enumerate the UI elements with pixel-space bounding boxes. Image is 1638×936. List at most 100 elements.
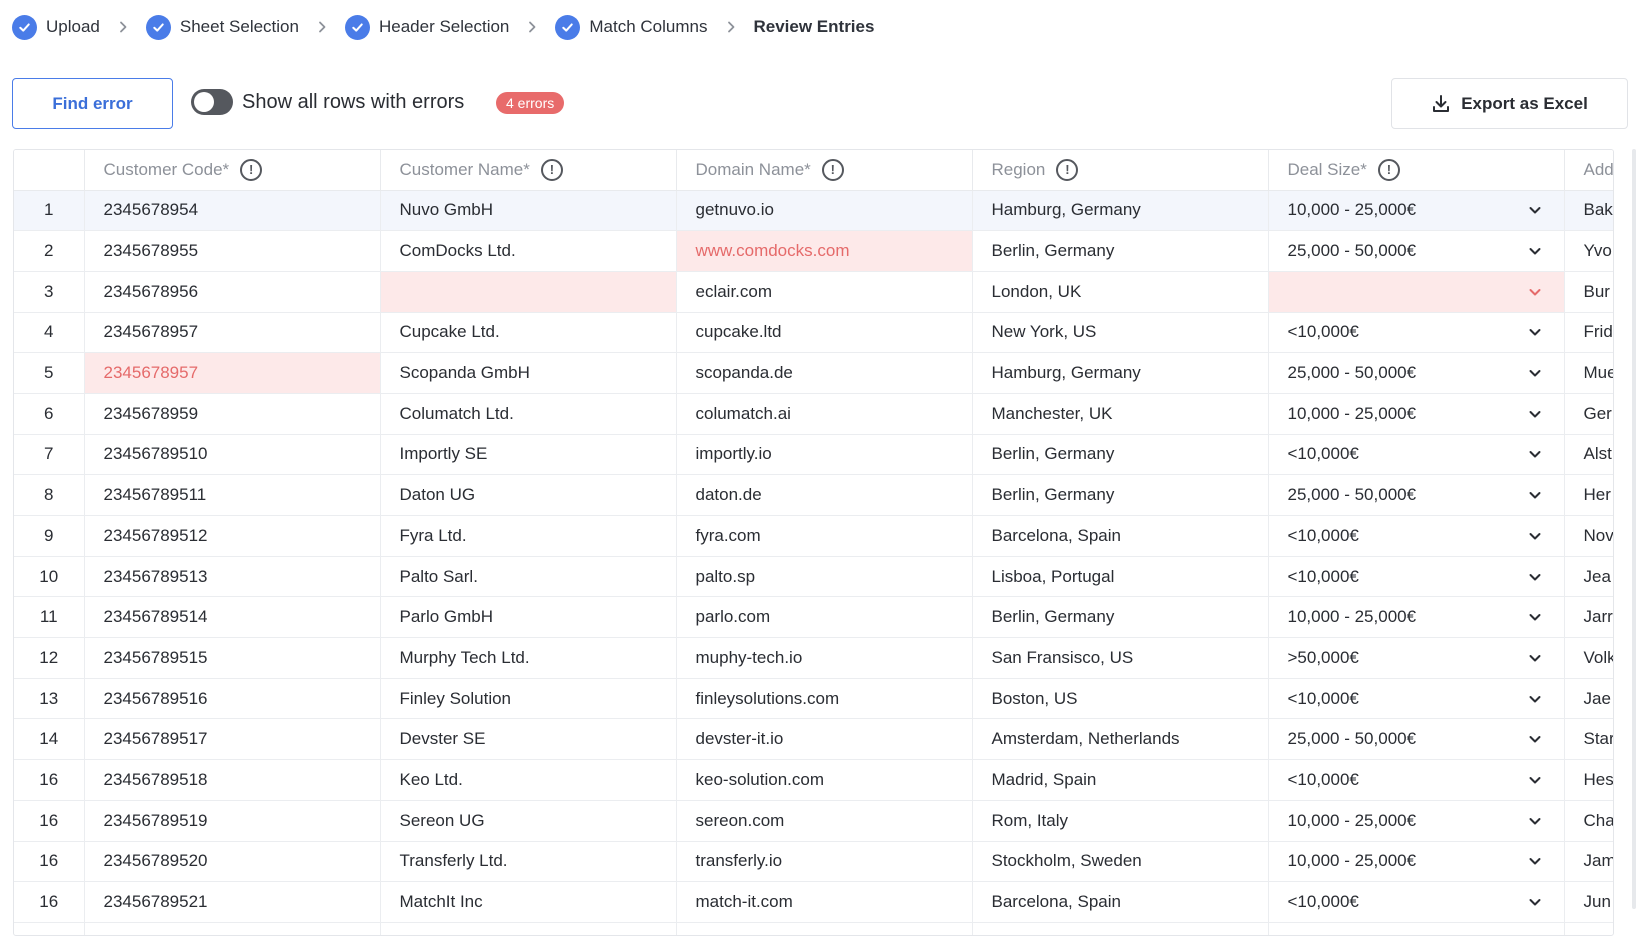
customer-name-cell[interactable]: Scopanda GmbH — [380, 352, 677, 394]
show-error-rows-toggle[interactable] — [191, 89, 233, 115]
chevron-down-icon[interactable] — [1528, 244, 1542, 258]
customer-code-cell[interactable]: 23456789512 — [84, 515, 381, 557]
address-cell[interactable]: Jarr — [1564, 596, 1613, 639]
customer-name-cell[interactable]: Palto Sarl. — [380, 556, 677, 598]
domain-name-cell[interactable]: eclair.com — [676, 271, 973, 313]
customer-name-cell[interactable]: Daton UG — [380, 474, 677, 516]
region-cell[interactable] — [972, 922, 1269, 935]
vertical-scrollbar[interactable] — [1630, 149, 1638, 919]
deal-size-select[interactable]: <10,000€ — [1268, 678, 1565, 720]
customer-code-cell[interactable]: 23456789514 — [84, 596, 381, 639]
column-header[interactable]: Customer Code*! — [84, 150, 381, 191]
customer-code-cell[interactable] — [84, 922, 381, 935]
domain-name-cell[interactable]: scopanda.de — [676, 352, 973, 394]
info-icon[interactable]: ! — [821, 158, 844, 181]
chevron-down-icon[interactable] — [1528, 854, 1542, 868]
customer-code-cell[interactable]: 23456789518 — [84, 759, 381, 801]
chevron-down-icon[interactable] — [1528, 325, 1542, 339]
column-header[interactable]: Add — [1564, 150, 1613, 191]
chevron-down-icon[interactable] — [1528, 447, 1542, 461]
address-cell[interactable]: Volk — [1564, 637, 1613, 679]
customer-code-cell[interactable]: 23456789520 — [84, 841, 381, 883]
address-cell[interactable]: Nov — [1564, 515, 1613, 557]
chevron-down-icon[interactable] — [1528, 814, 1542, 828]
customer-name-cell[interactable]: Importly SE — [380, 434, 677, 476]
customer-name-cell[interactable] — [380, 922, 677, 935]
deal-size-select[interactable]: <10,000€ — [1268, 434, 1565, 476]
region-cell[interactable]: Rom, Italy — [972, 800, 1269, 842]
customer-name-cell[interactable]: Devster SE — [380, 718, 677, 761]
domain-name-cell[interactable]: finleysolutions.com — [676, 678, 973, 720]
chevron-down-icon[interactable] — [1528, 529, 1542, 543]
customer-code-cell[interactable]: 2345678956 — [84, 271, 381, 313]
region-cell[interactable]: Boston, US — [972, 678, 1269, 720]
domain-name-cell[interactable]: getnuvo.io — [676, 190, 973, 232]
customer-name-cell[interactable]: ComDocks Ltd. — [380, 230, 677, 272]
customer-code-cell[interactable]: 23456789521 — [84, 881, 381, 923]
info-icon[interactable]: ! — [240, 158, 263, 181]
step-review-entries[interactable]: Review Entries — [754, 17, 875, 37]
column-header[interactable] — [14, 150, 85, 191]
region-cell[interactable]: New York, US — [972, 312, 1269, 354]
domain-name-cell[interactable]: parlo.com — [676, 596, 973, 639]
deal-size-select[interactable]: 10,000 - 25,000€ — [1268, 596, 1565, 639]
address-cell[interactable]: Bur — [1564, 271, 1613, 313]
chevron-down-icon[interactable] — [1528, 407, 1542, 421]
customer-code-cell[interactable]: 23456789511 — [84, 474, 381, 516]
deal-size-select[interactable]: 10,000 - 25,000€ — [1268, 800, 1565, 842]
customer-name-cell[interactable]: Finley Solution — [380, 678, 677, 720]
region-cell[interactable]: Manchester, UK — [972, 393, 1269, 435]
address-cell[interactable]: Frid — [1564, 312, 1613, 354]
address-cell[interactable]: Alst — [1564, 434, 1613, 476]
deal-size-select[interactable] — [1268, 271, 1565, 313]
info-icon[interactable]: ! — [1377, 158, 1400, 181]
find-error-button[interactable]: Find error — [12, 78, 173, 129]
customer-code-cell[interactable]: 23456789516 — [84, 678, 381, 720]
customer-code-cell[interactable]: 23456789513 — [84, 556, 381, 598]
deal-size-select[interactable]: 10,000 - 25,000€ — [1268, 841, 1565, 883]
region-cell[interactable]: Hamburg, Germany — [972, 190, 1269, 232]
deal-size-select[interactable]: 25,000 - 50,000€ — [1268, 718, 1565, 761]
address-cell[interactable]: Ger — [1564, 393, 1613, 435]
region-cell[interactable]: Madrid, Spain — [972, 759, 1269, 801]
scrollbar-thumb[interactable] — [1632, 149, 1636, 909]
address-cell[interactable]: Cha — [1564, 800, 1613, 842]
address-cell[interactable]: Bak — [1564, 190, 1613, 232]
column-header[interactable]: Domain Name*! — [676, 150, 973, 191]
deal-size-select[interactable] — [1268, 922, 1565, 935]
region-cell[interactable]: Berlin, Germany — [972, 434, 1269, 476]
chevron-down-icon[interactable] — [1528, 366, 1542, 380]
region-cell[interactable]: Amsterdam, Netherlands — [972, 718, 1269, 761]
chevron-down-icon[interactable] — [1528, 488, 1542, 502]
step-upload[interactable]: Upload — [12, 14, 100, 40]
domain-name-cell[interactable]: palto.sp — [676, 556, 973, 598]
step-sheet-selection[interactable]: Sheet Selection — [145, 14, 299, 40]
column-header[interactable]: Customer Name*! — [380, 150, 677, 191]
chevron-down-icon[interactable] — [1528, 692, 1542, 706]
deal-size-select[interactable]: 25,000 - 50,000€ — [1268, 230, 1565, 272]
domain-name-cell[interactable]: www.comdocks.com — [676, 230, 973, 272]
domain-name-cell[interactable]: match-it.com — [676, 881, 973, 923]
customer-code-cell[interactable]: 23456789515 — [84, 637, 381, 679]
domain-name-cell[interactable]: keo-solution.com — [676, 759, 973, 801]
domain-name-cell[interactable]: cupcake.ltd — [676, 312, 973, 354]
region-cell[interactable]: Barcelona, Spain — [972, 881, 1269, 923]
info-icon[interactable]: ! — [540, 158, 563, 181]
chevron-down-icon[interactable] — [1528, 285, 1542, 299]
address-cell[interactable]: Star — [1564, 718, 1613, 761]
chevron-down-icon[interactable] — [1528, 651, 1542, 665]
column-header[interactable]: Region! — [972, 150, 1269, 191]
customer-name-cell[interactable]: Fyra Ltd. — [380, 515, 677, 557]
step-match-columns[interactable]: Match Columns — [555, 14, 708, 40]
step-header-selection[interactable]: Header Selection — [344, 14, 509, 40]
customer-name-cell[interactable]: Keo Ltd. — [380, 759, 677, 801]
chevron-down-icon[interactable] — [1528, 895, 1542, 909]
customer-name-cell[interactable]: Transferly Ltd. — [380, 841, 677, 883]
address-cell[interactable]: Jea — [1564, 556, 1613, 598]
domain-name-cell[interactable]: transferly.io — [676, 841, 973, 883]
domain-name-cell[interactable]: fyra.com — [676, 515, 973, 557]
address-cell[interactable]: Mue — [1564, 352, 1613, 394]
deal-size-select[interactable]: <10,000€ — [1268, 515, 1565, 557]
customer-name-cell[interactable]: Nuvo GmbH — [380, 190, 677, 232]
customer-name-cell[interactable]: Columatch Ltd. — [380, 393, 677, 435]
